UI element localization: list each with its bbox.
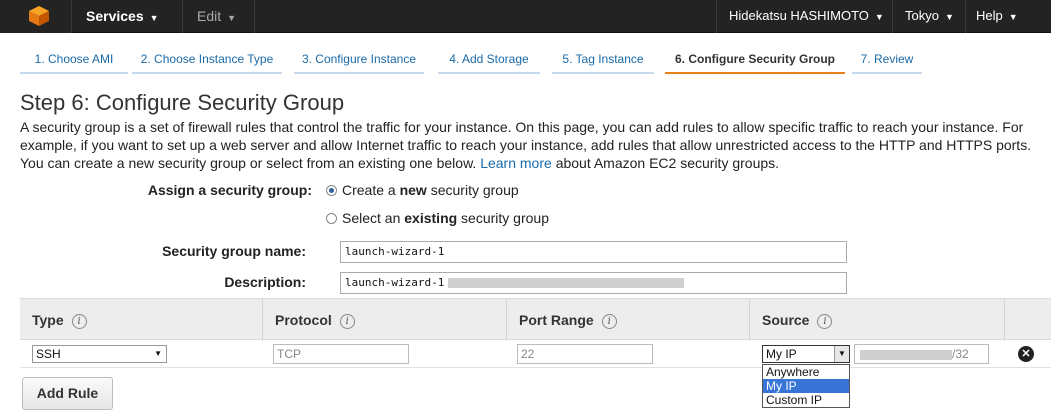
port-range-input[interactable]: 22 [517,344,653,364]
table-header: Type i Protocol i Port Range i Source i [20,298,1051,341]
header-protocol: Protocol i [263,299,507,341]
radio-create-new-security-group[interactable]: Create a new security group [326,182,519,198]
description-tail: about Amazon EC2 security groups. [555,155,780,171]
table-row: SSH ▼ TCP 22 My IP ▼ /32 ✕ [20,340,1051,368]
option-create-text: Create a [342,182,400,198]
tab-tag-instance[interactable]: 5. Tag Instance [552,44,654,74]
option-create-bold: new [399,182,427,198]
page-title: Step 6: Configure Security Group [20,90,345,115]
option-create-tail: security group [426,182,519,198]
help-menu[interactable]: Help ▼ [966,0,1051,33]
option-select-text: Select an [342,210,405,226]
learn-more-link[interactable]: Learn more [480,155,552,171]
tab-review[interactable]: 7. Review [852,44,922,74]
source-select-value: My IP [766,347,797,361]
aws-logo[interactable] [0,0,72,33]
radio-checked-icon[interactable] [326,185,337,196]
tab-configure-instance[interactable]: 3. Configure Instance [294,44,424,74]
description-value: launch-wizard-1 [345,276,445,289]
header-source: Source i [750,299,1005,341]
user-name: Hidekatsu HASHIMOTO [729,8,869,23]
chevron-down-icon: ▼ [1008,12,1018,22]
source-select[interactable]: My IP ▼ [762,345,850,363]
chevron-down-icon: ▼ [944,12,954,22]
option-select-bold: existing [404,210,458,226]
region-menu[interactable]: Tokyo ▼ [893,0,966,33]
tab-choose-instance-type[interactable]: 2. Choose Instance Type [132,44,282,74]
source-option-my-ip[interactable]: My IP [763,379,849,393]
tab-choose-ami[interactable]: 1. Choose AMI [20,44,128,74]
header-protocol-label: Protocol [275,312,332,328]
services-menu[interactable]: Services ▼ [72,0,183,33]
redacted-ip [860,349,952,360]
chevron-down-icon: ▼ [154,349,162,358]
radio-select-existing-security-group[interactable]: Select an existing security group [326,210,549,226]
header-port-range: Port Range i [507,299,750,341]
source-option-anywhere[interactable]: Anywhere [763,365,849,379]
protocol-input[interactable]: TCP [273,344,409,364]
header-type: Type i [20,299,263,341]
info-icon[interactable]: i [817,314,833,329]
source-cidr-input[interactable]: /32 [854,344,989,364]
protocol-value: TCP [277,347,301,361]
security-group-name-value: launch-wizard-1 [345,245,445,258]
source-dropdown-list: Anywhere My IP Custom IP [762,364,850,408]
chevron-down-icon: ▼ [227,13,237,23]
radio-unchecked-icon[interactable] [326,213,337,224]
header-source-label: Source [762,312,810,328]
aws-cube-icon [29,6,49,26]
chevron-down-icon: ▼ [834,346,849,362]
tab-add-storage[interactable]: 4. Add Storage [438,44,540,74]
top-navigation-bar: Services ▼ Edit ▼ Hidekatsu HASHIMOTO ▼ Tok… [0,0,1051,33]
info-icon[interactable]: i [339,314,355,329]
services-label: Services [86,8,144,24]
remove-rule-icon[interactable]: ✕ [1018,346,1034,362]
option-select-tail: security group [457,210,549,226]
header-port-range-label: Port Range [519,312,594,328]
cidr-suffix: /32 [952,347,969,361]
info-icon[interactable]: i [601,314,617,329]
wizard-steps: 1. Choose AMI 2. Choose Instance Type 3.… [20,44,1031,76]
tab-configure-security-group[interactable]: 6. Configure Security Group [665,44,845,74]
security-group-name-label: Security group name: [162,243,306,259]
info-icon[interactable]: i [71,314,87,329]
chevron-down-icon: ▼ [874,12,884,22]
chevron-down-icon: ▼ [149,13,159,23]
assign-security-group-label: Assign a security group: [147,182,312,198]
redacted-text [448,278,685,288]
description-input[interactable]: launch-wizard-1 [340,272,847,294]
help-label: Help [976,8,1003,23]
edit-label: Edit [197,8,222,24]
description-label: Description: [224,274,306,290]
user-menu[interactable]: Hidekatsu HASHIMOTO ▼ [716,0,893,33]
security-group-name-input[interactable]: launch-wizard-1 [340,241,847,263]
add-rule-button[interactable]: Add Rule [22,377,113,410]
type-select[interactable]: SSH ▼ [32,345,167,363]
type-select-value: SSH [36,347,61,361]
page-description: A security group is a set of firewall ru… [20,118,1050,172]
header-type-label: Type [32,312,64,328]
edit-menu[interactable]: Edit ▼ [183,0,255,33]
region-label: Tokyo [905,8,939,23]
source-option-custom-ip[interactable]: Custom IP [763,393,849,407]
port-range-value: 22 [521,347,535,361]
